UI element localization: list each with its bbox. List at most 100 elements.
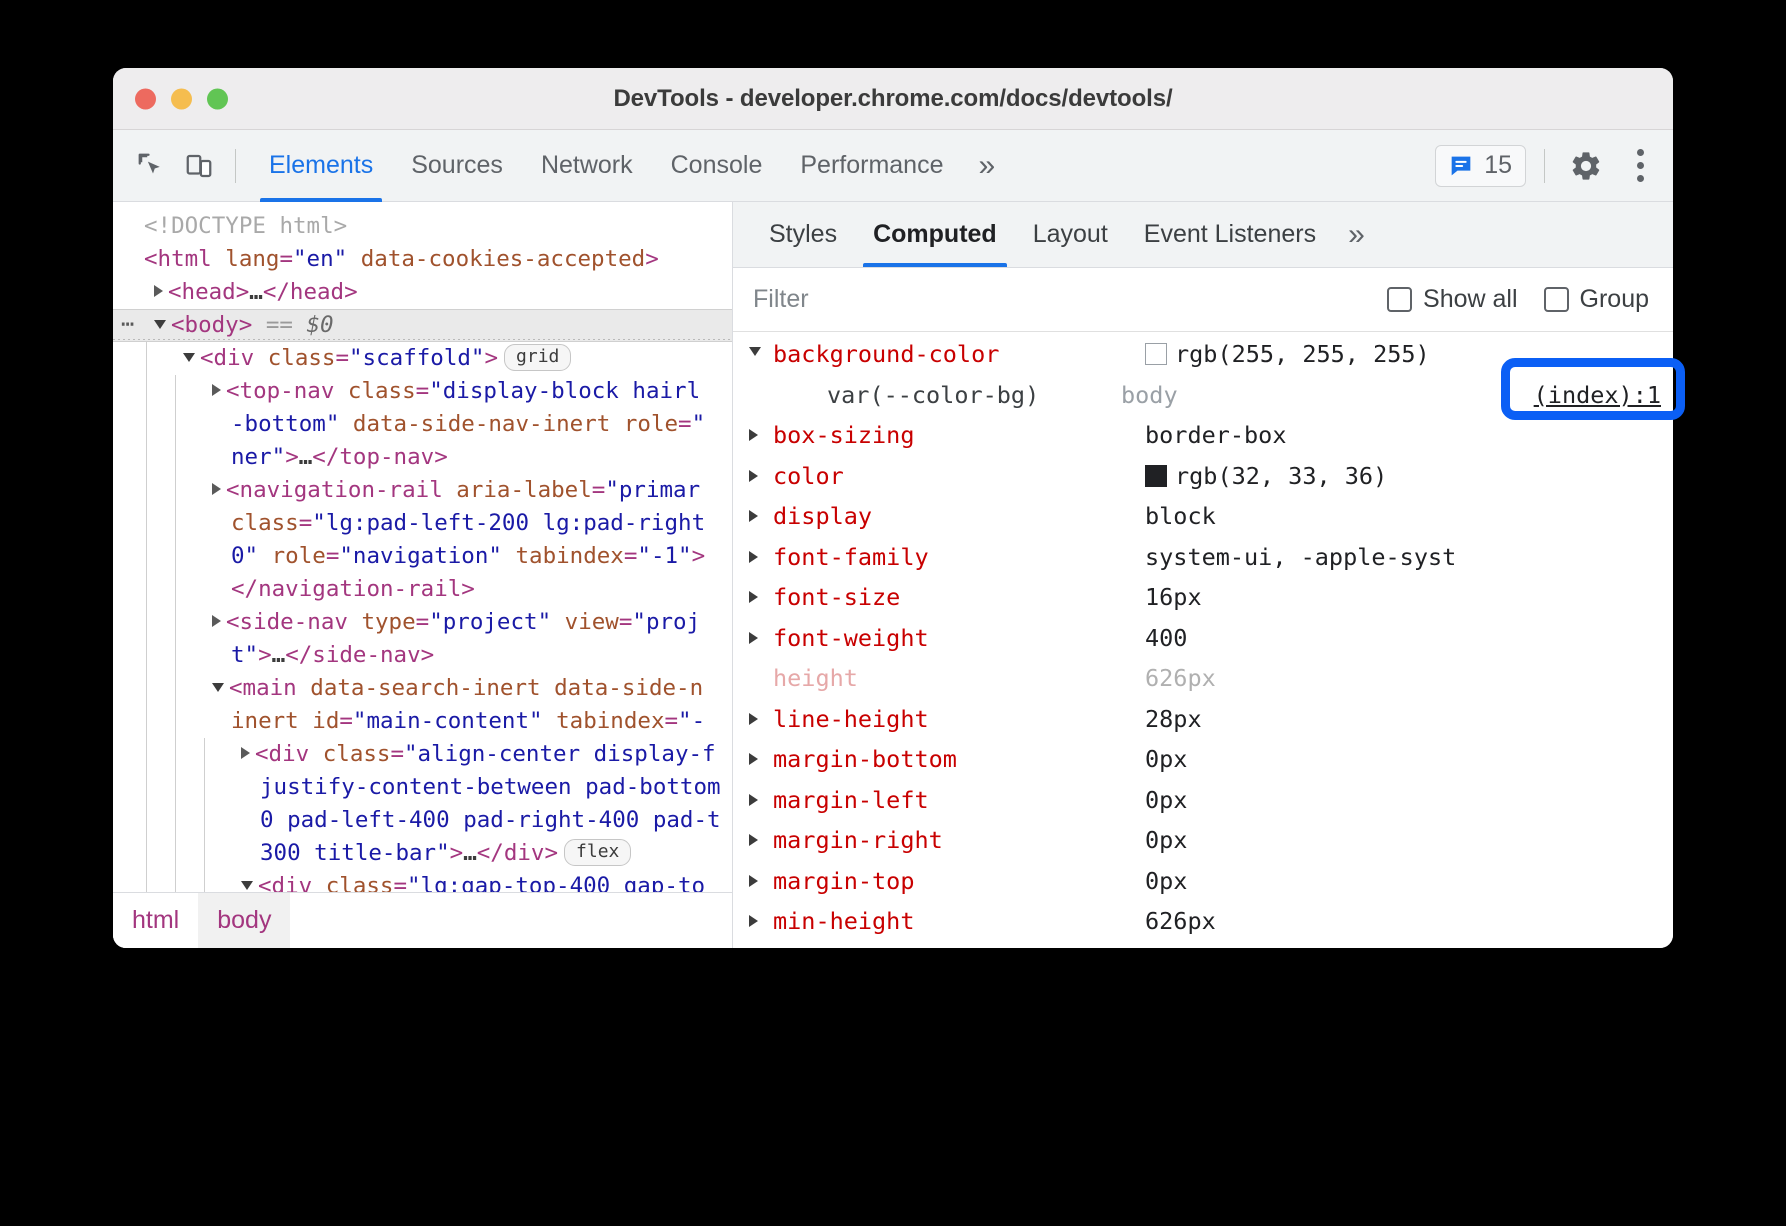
dom-node[interactable]: </navigation-rail>	[113, 573, 732, 606]
computed-property-row[interactable]: margin-bottom0px	[733, 739, 1673, 780]
dom-node[interactable]: <div class="scaffold">grid	[113, 342, 732, 375]
dom-node-markup: <div class="lg:gap-top-400 gap-to	[258, 873, 705, 892]
tab-elements[interactable]: Elements	[250, 130, 392, 202]
expand-twisty-icon[interactable]	[749, 537, 773, 578]
computed-property-row[interactable]: background-colorrgb(255, 255, 255)	[733, 334, 1673, 375]
expand-twisty-icon[interactable]	[749, 618, 773, 659]
computed-property-row[interactable]: font-weight400	[733, 618, 1673, 659]
expand-twisty-icon[interactable]	[212, 683, 224, 692]
computed-property-row[interactable]: margin-left0px	[733, 780, 1673, 821]
computed-properties-list[interactable]: background-colorrgb(255, 255, 255)var(--…	[733, 332, 1673, 948]
dom-node[interactable]: t">…</side-nav>	[113, 639, 732, 672]
dom-node[interactable]: 0 pad-left-400 pad-right-400 pad-t	[113, 804, 732, 837]
computed-property-row[interactable]: box-sizingborder-box	[733, 415, 1673, 456]
computed-property-row[interactable]: font-familysystem-ui, -apple-syst	[733, 537, 1673, 578]
breadcrumb-item-body[interactable]: body	[198, 893, 290, 948]
expand-twisty-icon[interactable]	[749, 415, 773, 456]
more-panels-chevron-icon[interactable]: »	[962, 130, 1011, 202]
sidebar-tab-list: Styles Computed Layout Event Listeners »	[733, 202, 1673, 268]
expand-twisty-icon[interactable]	[212, 483, 221, 495]
dom-node[interactable]: -bottom" data-side-nav-inert role="	[113, 408, 732, 441]
dom-node[interactable]: inert id="main-content" tabindex="-	[113, 705, 732, 738]
zoom-button[interactable]	[207, 88, 228, 109]
expand-twisty-icon[interactable]	[212, 384, 221, 396]
dom-node[interactable]: <head>…</head>	[113, 276, 732, 309]
expand-twisty-icon[interactable]	[241, 747, 250, 759]
computed-filter-bar: Show all Group	[733, 268, 1673, 332]
expand-twisty-icon[interactable]	[154, 285, 163, 297]
computed-property-row[interactable]: height626px	[733, 658, 1673, 699]
expand-twisty-icon[interactable]	[749, 496, 773, 537]
dom-node[interactable]: <div class="align-center display-f	[113, 738, 732, 771]
twisty-spacer	[212, 659, 226, 660]
dom-node[interactable]: ner">…</top-nav>	[113, 441, 732, 474]
expand-twisty-icon[interactable]	[749, 901, 773, 942]
expand-twisty-icon[interactable]	[749, 456, 773, 497]
dom-node-selected[interactable]: ⋯<body> == $0	[113, 309, 732, 342]
tab-network[interactable]: Network	[522, 130, 652, 202]
dom-node-markup: t">…</side-nav>	[231, 642, 434, 668]
color-swatch-icon[interactable]	[1145, 465, 1167, 487]
filter-input[interactable]	[753, 285, 1361, 314]
tab-styles[interactable]: Styles	[751, 202, 855, 267]
issues-count: 15	[1484, 151, 1512, 180]
dom-node[interactable]: 300 title-bar">…</div>flex	[113, 837, 732, 870]
expand-twisty-icon[interactable]	[241, 881, 253, 890]
group-checkbox[interactable]: Group	[1544, 285, 1649, 314]
indent-guide	[175, 639, 176, 672]
style-source-link[interactable]: (index):1	[1534, 375, 1673, 416]
dom-node-markup: <!DOCTYPE html>	[144, 213, 347, 239]
dom-node[interactable]: <!DOCTYPE html>	[113, 210, 732, 243]
expand-twisty-icon[interactable]	[183, 353, 195, 362]
expand-twisty-icon[interactable]	[749, 820, 773, 861]
minimize-button[interactable]	[171, 88, 192, 109]
expand-twisty-icon[interactable]	[212, 615, 221, 627]
expand-twisty-icon[interactable]	[749, 577, 773, 618]
dom-node-content: 0 pad-left-400 pad-right-400 pad-t	[241, 807, 721, 833]
dom-node[interactable]: <side-nav type="project" view="proj	[113, 606, 732, 639]
close-button[interactable]	[135, 88, 156, 109]
tab-performance[interactable]: Performance	[781, 130, 962, 202]
computed-property-row[interactable]: overflow-wrapbreak-word	[733, 942, 1673, 949]
tab-layout[interactable]: Layout	[1015, 202, 1126, 267]
gear-icon[interactable]	[1563, 143, 1609, 189]
computed-property-row[interactable]: margin-top0px	[733, 861, 1673, 902]
dom-node[interactable]: <div class="lg:gap-top-400 gap-to	[113, 870, 732, 892]
dom-node[interactable]: 0" role="navigation" tabindex="-1">	[113, 540, 732, 573]
dom-node[interactable]: <navigation-rail aria-label="primar	[113, 474, 732, 507]
twisty-spacer	[212, 560, 226, 561]
tab-sources[interactable]: Sources	[392, 130, 522, 202]
computed-property-row[interactable]: font-size16px	[733, 577, 1673, 618]
expand-twisty-icon[interactable]	[749, 861, 773, 902]
tab-computed[interactable]: Computed	[855, 202, 1015, 267]
computed-property-row[interactable]: margin-right0px	[733, 820, 1673, 861]
expand-twisty-icon[interactable]	[749, 942, 773, 949]
show-all-checkbox[interactable]: Show all	[1387, 285, 1518, 314]
device-toolbar-icon[interactable]	[175, 142, 223, 190]
computed-property-row[interactable]: colorrgb(32, 33, 36)	[733, 456, 1673, 497]
inspect-element-icon[interactable]	[127, 142, 175, 190]
color-swatch-icon[interactable]	[1145, 343, 1167, 365]
property-name: line-height	[773, 699, 1145, 740]
expand-twisty-icon[interactable]	[749, 699, 773, 740]
expand-twisty-icon[interactable]	[749, 739, 773, 780]
dom-node[interactable]: class="lg:pad-left-200 lg:pad-right	[113, 507, 732, 540]
computed-property-row[interactable]: displayblock	[733, 496, 1673, 537]
computed-property-row[interactable]: line-height28px	[733, 699, 1673, 740]
tab-event-listeners[interactable]: Event Listeners	[1126, 202, 1334, 267]
dom-node[interactable]: <main data-search-inert data-side-n	[113, 672, 732, 705]
dom-node[interactable]: <top-nav class="display-block hairl	[113, 375, 732, 408]
expand-twisty-icon[interactable]	[749, 334, 773, 375]
dom-tree[interactable]: <!DOCTYPE html> <html lang="en" data-cook…	[113, 202, 732, 892]
expand-twisty-icon[interactable]	[154, 320, 166, 329]
kebab-menu-icon[interactable]	[1623, 143, 1657, 189]
more-sidebar-tabs-chevron-icon[interactable]: »	[1334, 202, 1379, 267]
tab-console[interactable]: Console	[652, 130, 782, 202]
computed-property-row[interactable]: min-height626px	[733, 901, 1673, 942]
expand-twisty-icon[interactable]	[749, 780, 773, 821]
dom-node[interactable]: <html lang="en" data-cookies-accepted>	[113, 243, 732, 276]
issues-counter-button[interactable]: 15	[1435, 145, 1526, 187]
dom-node[interactable]: justify-content-between pad-bottom	[113, 771, 732, 804]
node-more-options-icon[interactable]: ⋯	[121, 318, 135, 332]
breadcrumb-item-html[interactable]: html	[113, 893, 198, 948]
